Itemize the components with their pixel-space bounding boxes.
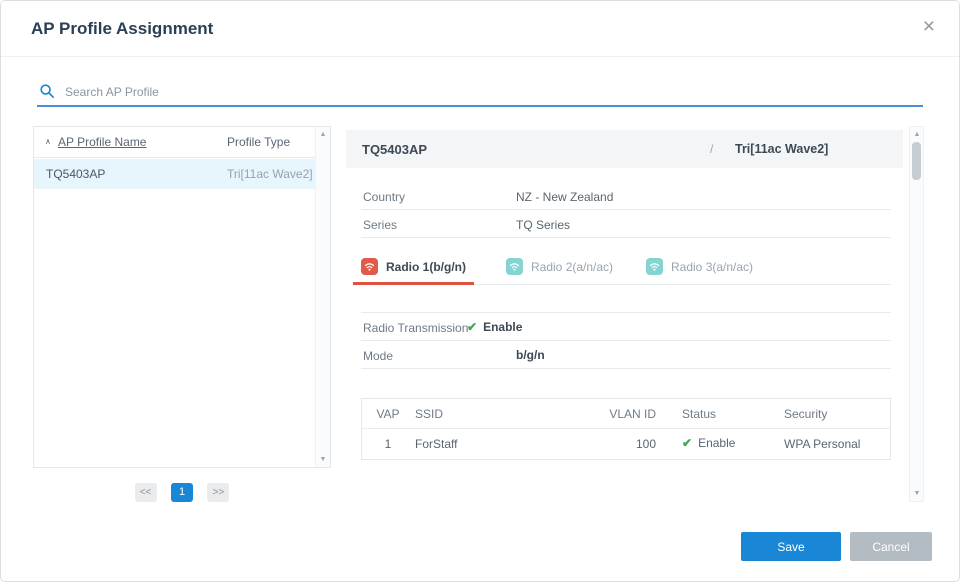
detail-fields: Country NZ - New Zealand Series TQ Serie… xyxy=(361,182,891,238)
tab-radio-1[interactable]: Radio 1(b/g/n) xyxy=(361,248,466,285)
vlan-cell: 100 xyxy=(600,437,656,451)
vap-table-header: VAP SSID VLAN ID Status Security xyxy=(362,399,890,429)
profile-list-scrollbar[interactable]: ▲ ▼ xyxy=(315,127,330,467)
detail-scrollbar[interactable]: ▲ ▼ xyxy=(909,126,924,502)
search-bar xyxy=(37,77,923,107)
save-button[interactable]: Save xyxy=(741,532,841,561)
dialog-header: AP Profile Assignment × xyxy=(1,1,959,57)
profile-type: Tri[11ac Wave2] xyxy=(227,167,313,181)
wifi-icon xyxy=(646,258,663,275)
column-profile-type[interactable]: Profile Type xyxy=(227,135,290,149)
tab-radio-2[interactable]: Radio 2(a/n/ac) xyxy=(506,248,613,285)
tab-label: Radio 3(a/n/ac) xyxy=(671,260,753,274)
mode-value: b/g/n xyxy=(516,348,545,362)
search-input[interactable] xyxy=(65,80,905,104)
field-value: NZ - New Zealand xyxy=(516,190,613,204)
profile-name: TQ5403AP xyxy=(46,167,105,181)
vap-row: 1 ForStaff 100 ✔ Enable WPA Personal xyxy=(362,429,890,459)
column-ap-profile-name[interactable]: AP Profile Name xyxy=(58,135,146,149)
scroll-down-icon[interactable]: ▼ xyxy=(316,456,330,463)
field-label: Series xyxy=(363,218,397,232)
scroll-up-icon[interactable]: ▲ xyxy=(910,131,924,138)
column-ssid: SSID xyxy=(415,407,443,421)
ap-profile-assignment-dialog: AP Profile Assignment × ∧ AP Profile Nam… xyxy=(0,0,960,582)
check-icon: ✔ xyxy=(467,320,477,334)
mode-row: Mode b/g/n xyxy=(361,341,891,369)
field-row-country: Country NZ - New Zealand xyxy=(361,182,891,210)
scroll-down-icon[interactable]: ▼ xyxy=(910,490,924,497)
cancel-button[interactable]: Cancel xyxy=(850,532,932,561)
tab-radio-3[interactable]: Radio 3(a/n/ac) xyxy=(646,248,753,285)
search-icon xyxy=(39,83,55,104)
column-status: Status xyxy=(682,407,716,421)
field-row-series: Series TQ Series xyxy=(361,210,891,238)
radio-transmission-label: Radio Transmission xyxy=(363,321,468,335)
radio-transmission-row: Radio Transmission ✔ Enable xyxy=(361,313,891,341)
profile-row[interactable]: TQ5403AP Tri[11ac Wave2] xyxy=(34,159,316,189)
radio-transmission-value: ✔ Enable xyxy=(467,320,522,334)
radio-tabs: Radio 1(b/g/n) Radio 2(a/n/ac) xyxy=(361,248,891,285)
profile-list-panel: ∧ AP Profile Name Profile Type TQ5403AP … xyxy=(33,126,331,468)
column-vlan-id: VLAN ID xyxy=(600,407,656,421)
first-page-button[interactable]: << xyxy=(135,483,157,502)
last-page-button[interactable]: >> xyxy=(207,483,229,502)
detail-profile-type: Tri[11ac Wave2] xyxy=(735,142,828,156)
vap-cell: 1 xyxy=(375,437,401,451)
scroll-up-icon[interactable]: ▲ xyxy=(316,131,330,138)
dialog-title: AP Profile Assignment xyxy=(31,19,213,39)
profile-list-header: ∧ AP Profile Name Profile Type xyxy=(34,127,330,158)
field-label: Country xyxy=(363,190,405,204)
column-security: Security xyxy=(784,407,827,421)
detail-panel: TQ5403AP / Tri[11ac Wave2] Country NZ - … xyxy=(346,126,924,511)
wifi-icon xyxy=(361,258,378,275)
pagination: << 1 >> xyxy=(33,482,331,502)
check-icon: ✔ xyxy=(682,436,692,450)
radio-settings: Radio Transmission ✔ Enable Mode b/g/n xyxy=(361,312,891,369)
detail-header: TQ5403AP / Tri[11ac Wave2] xyxy=(346,130,903,168)
ssid-cell: ForStaff xyxy=(415,437,457,451)
vap-table: VAP SSID VLAN ID Status Security 1 ForSt… xyxy=(361,398,891,460)
wifi-icon xyxy=(506,258,523,275)
close-icon[interactable]: × xyxy=(923,16,935,37)
scrollbar-thumb[interactable] xyxy=(912,142,921,180)
mode-label: Mode xyxy=(363,349,393,363)
field-value: TQ Series xyxy=(516,218,570,232)
detail-profile-name: TQ5403AP xyxy=(362,142,427,157)
status-cell: ✔ Enable xyxy=(682,436,735,450)
tab-label: Radio 2(a/n/ac) xyxy=(531,260,613,274)
security-cell: WPA Personal xyxy=(784,437,860,451)
page-number-button[interactable]: 1 xyxy=(171,483,193,502)
sort-ascending-icon: ∧ xyxy=(45,137,51,146)
enable-text: Enable xyxy=(483,320,522,334)
detail-separator: / xyxy=(710,142,713,156)
tab-label: Radio 1(b/g/n) xyxy=(386,260,466,274)
status-text: Enable xyxy=(698,436,735,450)
column-vap: VAP xyxy=(375,407,401,421)
